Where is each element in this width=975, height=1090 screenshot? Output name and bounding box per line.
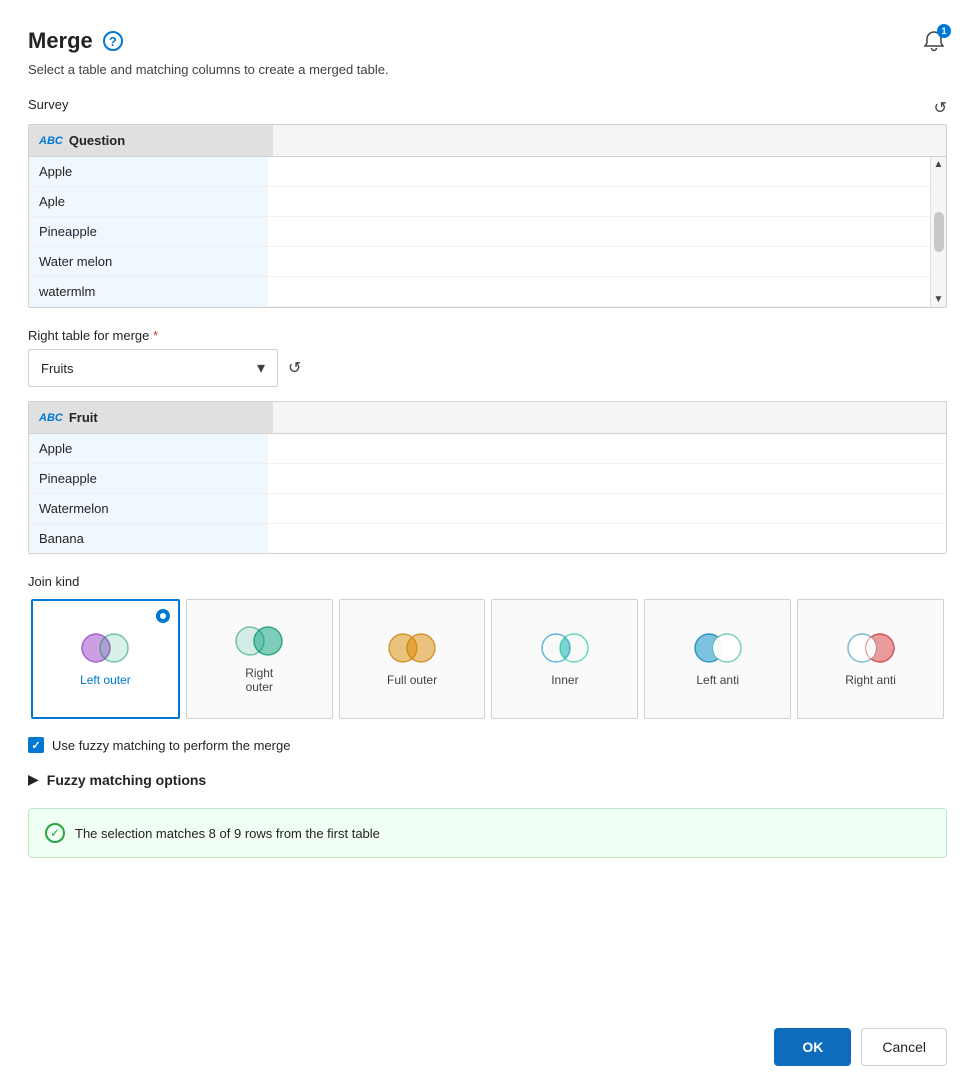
join-option-inner[interactable]: Inner (491, 599, 638, 719)
fruits-cell[interactable]: Apple (29, 434, 268, 463)
survey-cell[interactable]: watermlm (29, 277, 268, 306)
notification-badge: 1 (937, 24, 951, 38)
table-row: Watermelon (29, 494, 946, 524)
scroll-thumb[interactable] (934, 212, 944, 252)
survey-empty-cell (268, 157, 946, 186)
join-option-right-anti[interactable]: Right anti (797, 599, 944, 719)
abc-icon-question: ABC (39, 135, 63, 147)
survey-table: ABC Question Apple Aple Pineapple Water … (28, 124, 947, 308)
header-left: Merge ? (28, 28, 123, 54)
right-table-refresh-button[interactable]: ↺ (288, 358, 301, 378)
status-check-icon: ✓ (45, 823, 65, 843)
left-anti-venn-icon (691, 631, 745, 665)
table-row: Aple (29, 187, 946, 217)
status-text: The selection matches 8 of 9 rows from t… (75, 826, 380, 841)
ok-button[interactable]: OK (774, 1028, 851, 1066)
join-option-label: Full outer (387, 673, 437, 687)
survey-scrollbar[interactable]: ▲ ▼ (930, 157, 946, 307)
right-table-select-row: Fruits ▾ ↺ (28, 349, 947, 387)
survey-table-body[interactable]: Apple Aple Pineapple Water melon waterml… (29, 157, 946, 307)
fruits-cell[interactable]: Pineapple (29, 464, 268, 493)
table-row: Apple (29, 157, 946, 187)
right-table-label: Right table for merge * (28, 328, 947, 343)
survey-cell[interactable]: Apple (29, 157, 268, 186)
scroll-down-arrow[interactable]: ▼ (934, 294, 944, 305)
notification-icon[interactable]: 1 (921, 28, 947, 54)
fruits-table: ABC Fruit Apple Pineapple Watermelon Ban… (28, 401, 947, 554)
dialog-title: Merge (28, 28, 93, 54)
fruits-cell[interactable]: Banana (29, 524, 268, 553)
dialog-header: Merge ? 1 (28, 28, 947, 54)
right-table-section: Right table for merge * Fruits ▾ ↺ (28, 328, 947, 395)
left-outer-venn-icon (78, 631, 132, 665)
fuzzy-checkbox[interactable]: ✓ (28, 737, 44, 753)
table-row: Apple (29, 434, 946, 464)
survey-refresh-button[interactable]: ↺ (934, 98, 947, 118)
chevron-right-icon: ▶ (28, 771, 39, 788)
survey-empty-cell (268, 187, 946, 216)
merge-dialog: Merge ? 1 Select a table and matching co… (0, 0, 975, 1090)
fruits-empty-cell (268, 464, 946, 493)
survey-table-header: ABC Question (29, 125, 946, 157)
join-kind-label: Join kind (28, 574, 947, 589)
inner-venn-icon (538, 631, 592, 665)
help-icon[interactable]: ? (103, 31, 123, 51)
cancel-button[interactable]: Cancel (861, 1028, 947, 1066)
join-option-label: Rightouter (245, 666, 273, 694)
join-option-label: Left anti (696, 673, 739, 687)
fuzzy-options-label: Fuzzy matching options (47, 772, 206, 788)
join-option-full-outer[interactable]: Full outer (339, 599, 486, 719)
fruits-table-body[interactable]: Apple Pineapple Watermelon Banana (29, 434, 946, 553)
dialog-subtitle: Select a table and matching columns to c… (28, 62, 947, 77)
join-option-left-outer[interactable]: Left outer (31, 599, 180, 719)
fuzzy-options-toggle[interactable]: ▶ Fuzzy matching options (28, 771, 947, 788)
survey-empty-cell (268, 277, 946, 306)
join-option-right-outer[interactable]: Rightouter (186, 599, 333, 719)
fruits-empty-cell (268, 434, 946, 463)
right-anti-venn-icon (844, 631, 898, 665)
fuzzy-checkbox-label: Use fuzzy matching to perform the merge (52, 738, 290, 753)
survey-empty-col (273, 125, 946, 156)
fruits-table-header: ABC Fruit (29, 402, 946, 434)
fruits-empty-cell (268, 494, 946, 523)
table-row: Banana (29, 524, 946, 553)
survey-empty-cell (268, 247, 946, 276)
table-row: watermlm (29, 277, 946, 307)
join-option-left-anti[interactable]: Left anti (644, 599, 791, 719)
table-row: Water melon (29, 247, 946, 277)
join-option-label: Inner (551, 673, 578, 687)
survey-cell[interactable]: Pineapple (29, 217, 268, 246)
fruits-empty-cell (268, 524, 946, 553)
survey-cell[interactable]: Aple (29, 187, 268, 216)
table-row: Pineapple (29, 464, 946, 494)
right-outer-venn-icon (232, 624, 286, 658)
survey-cell[interactable]: Water melon (29, 247, 268, 276)
fruits-empty-col (273, 402, 946, 433)
checkbox-check-icon: ✓ (31, 739, 40, 752)
full-outer-venn-icon (385, 631, 439, 665)
abc-icon-fruit: ABC (39, 412, 63, 424)
join-options-container: Left outer Rightouter Full outer (28, 599, 947, 719)
fruits-cell[interactable]: Watermelon (29, 494, 268, 523)
fruits-col-fruit[interactable]: ABC Fruit (29, 402, 273, 433)
survey-section-header: Survey ↺ (28, 97, 947, 118)
dialog-footer: OK Cancel (28, 1018, 947, 1066)
selected-indicator (156, 609, 170, 623)
table-row: Pineapple (29, 217, 946, 247)
join-option-label: Left outer (80, 673, 131, 687)
dropdown-arrow-icon: ▾ (257, 358, 265, 378)
survey-col-question[interactable]: ABC Question (29, 125, 273, 156)
survey-label: Survey (28, 97, 68, 112)
status-bar: ✓ The selection matches 8 of 9 rows from… (28, 808, 947, 858)
join-option-label: Right anti (845, 673, 896, 687)
scroll-up-arrow[interactable]: ▲ (934, 159, 944, 170)
survey-empty-cell (268, 217, 946, 246)
join-kind-section: Join kind Left outer Rightouter (28, 574, 947, 719)
fuzzy-checkbox-row: ✓ Use fuzzy matching to perform the merg… (28, 737, 947, 753)
fruits-dropdown[interactable]: Fruits ▾ (28, 349, 278, 387)
